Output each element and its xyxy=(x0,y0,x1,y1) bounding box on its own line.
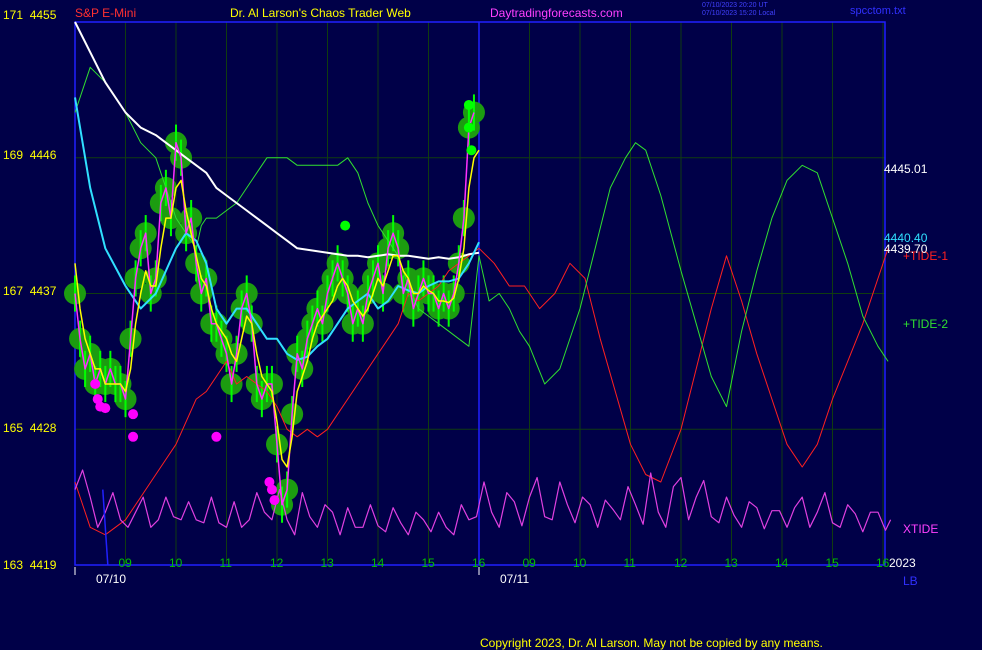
x-hour-label: 14 xyxy=(775,556,789,570)
timestamp-local: 07/10/2023 15:20 Local xyxy=(702,10,776,17)
low-dot xyxy=(211,431,222,442)
y-tick-165: 165 4428 xyxy=(3,421,57,435)
page-title: Dr. Al Larson's Chaos Trader Web xyxy=(230,6,411,20)
high-dot xyxy=(466,145,477,156)
x-date-label-0710: 07/10 xyxy=(96,572,127,586)
x-hour-label: 10 xyxy=(169,556,183,570)
xtide-label: XTIDE xyxy=(903,522,939,536)
year-label: 2023 xyxy=(889,556,916,570)
low-dot xyxy=(100,403,111,414)
x-hour-label: 16 xyxy=(472,556,486,570)
x-hour-label: 11 xyxy=(623,556,636,570)
low-dot xyxy=(266,484,277,495)
xtide-line xyxy=(74,469,892,536)
x-hour-label: 11 xyxy=(219,556,232,570)
x-hour-label: 16 xyxy=(876,556,890,570)
x-hour-label: 12 xyxy=(674,556,688,570)
copyright: Copyright 2023, Dr. Al Larson. May not b… xyxy=(480,636,823,650)
y-tick-171: 171 4455 xyxy=(3,8,57,22)
file-name: spcctom.txt xyxy=(850,5,906,17)
x-hour-label: 09 xyxy=(522,556,536,570)
lb-line xyxy=(102,489,109,566)
low-dot xyxy=(128,409,139,420)
white-last-label: 4439.70 xyxy=(884,242,928,256)
x-hour-label: 13 xyxy=(320,556,334,570)
price-last-label: 4445.01 xyxy=(884,162,928,176)
x-hour-label: 12 xyxy=(270,556,284,570)
high-dot xyxy=(463,122,474,133)
y-tick-169: 169 4446 xyxy=(3,148,57,162)
lb-label: LB xyxy=(903,574,918,588)
y-tick-163: 163 4419 xyxy=(3,558,57,572)
low-dot xyxy=(90,379,101,389)
tide2-label: +TIDE-2 xyxy=(903,317,949,331)
y-tick-167: 167 4437 xyxy=(3,284,57,298)
low-dot xyxy=(269,495,280,506)
x-hour-label: 15 xyxy=(825,556,839,570)
high-dot xyxy=(340,220,351,231)
x-hour-label: 09 xyxy=(118,556,132,570)
x-hour-label: 13 xyxy=(724,556,738,570)
symbol-title: S&P E-Mini xyxy=(75,6,137,20)
x-hour-label: 15 xyxy=(421,556,435,570)
x-hour-label: 14 xyxy=(371,556,385,570)
price-glow xyxy=(64,101,485,516)
site-link[interactable]: Daytradingforecasts.com xyxy=(490,6,623,20)
high-dot xyxy=(463,99,474,110)
low-dot xyxy=(128,431,139,442)
chart-canvas xyxy=(64,21,892,575)
x-hour-label: 10 xyxy=(573,556,587,570)
timestamp-utc: 07/10/2023 20:20 UT xyxy=(702,2,768,9)
x-date-label-0711: 07/11 xyxy=(500,572,530,586)
